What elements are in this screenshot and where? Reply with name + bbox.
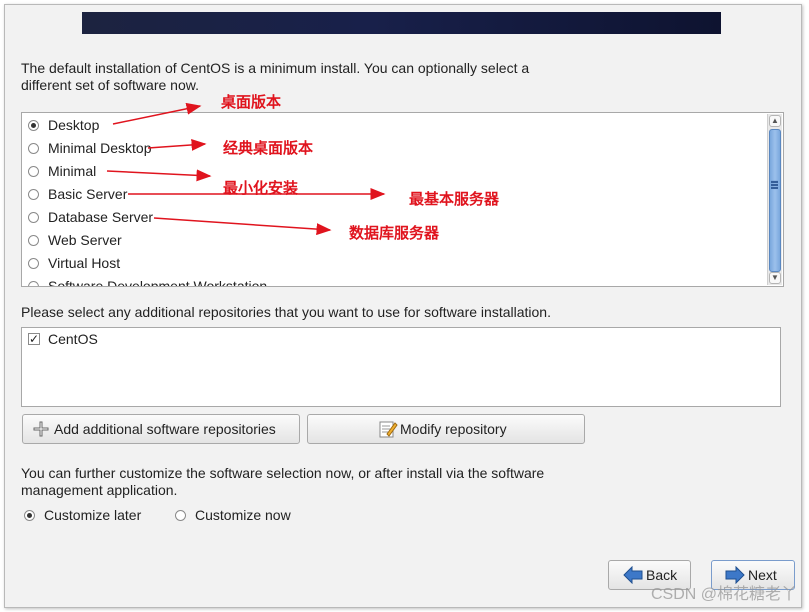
option-label: Minimal Desktop	[48, 140, 152, 156]
annotation-minimal: 最小化安装	[223, 179, 299, 197]
modify-repository-button[interactable]: Modify repository	[307, 414, 585, 444]
annotation-minimal-desktop: 经典桌面版本	[223, 139, 314, 157]
option-label: Software Development Workstation	[48, 278, 268, 287]
radio-button[interactable]	[28, 142, 39, 154]
customize-text-line1: You can further customize the software s…	[21, 465, 545, 481]
scroll-grip-icon: ▬ ▬ ▬	[771, 178, 778, 191]
vertical-scrollbar[interactable]: ▲ ▬ ▬ ▬ ▼	[767, 114, 782, 285]
radio-selected[interactable]	[24, 509, 35, 521]
back-arrow-icon	[623, 565, 643, 585]
repo-centos[interactable]: ✓ CentOS	[28, 329, 98, 349]
checkbox-checked[interactable]: ✓	[28, 333, 40, 345]
header-banner	[82, 12, 721, 34]
option-label: Basic Server	[48, 186, 128, 202]
software-set-list[interactable]: Desktop Minimal Desktop Minimal Basic Se…	[21, 112, 784, 287]
customize-later-option[interactable]: Customize later	[24, 505, 141, 525]
intro-text-line1: The default installation of CentOS is a …	[21, 60, 530, 76]
radio-button[interactable]	[28, 280, 39, 286]
annotation-database-server: 数据库服务器	[349, 224, 440, 242]
customize-text-line2: management application.	[21, 482, 178, 498]
add-repositories-button[interactable]: Add additional software repositories	[22, 414, 300, 444]
option-database-server[interactable]: Database Server	[28, 207, 153, 227]
modify-repository-label: Modify repository	[400, 421, 507, 437]
radio-button[interactable]	[28, 257, 39, 269]
edit-document-icon	[378, 419, 398, 439]
repo-label: CentOS	[48, 331, 98, 347]
option-virtual-host[interactable]: Virtual Host	[28, 253, 120, 273]
option-web-server[interactable]: Web Server	[28, 230, 122, 250]
scroll-thumb[interactable]	[769, 129, 781, 272]
radio-selected[interactable]	[28, 119, 39, 131]
plus-icon	[33, 421, 49, 437]
csdn-watermark: CSDN @棉花糖老丫	[650, 586, 797, 603]
option-label: Database Server	[48, 209, 154, 225]
radio-button[interactable]	[28, 211, 39, 223]
option-minimal[interactable]: Minimal	[28, 161, 96, 181]
annotation-basic-server: 最基本服务器	[409, 190, 500, 208]
option-label: Web Server	[48, 232, 122, 248]
repos-label: Please select any additional repositorie…	[21, 304, 551, 320]
customize-text: You can further customize the software s…	[21, 465, 544, 499]
option-desktop[interactable]: Desktop	[28, 115, 99, 135]
radio-button[interactable]	[175, 509, 186, 521]
scroll-down-arrow-icon[interactable]: ▼	[769, 272, 781, 284]
radio-button[interactable]	[28, 188, 39, 200]
customize-now-option[interactable]: Customize now	[175, 505, 291, 525]
option-minimal-desktop[interactable]: Minimal Desktop	[28, 138, 151, 158]
option-software-development-workstation[interactable]: Software Development Workstation	[28, 276, 268, 287]
scroll-up-arrow-icon[interactable]: ▲	[769, 115, 781, 127]
option-basic-server[interactable]: Basic Server	[28, 184, 127, 204]
radio-button[interactable]	[28, 165, 39, 177]
option-label: Desktop	[48, 117, 100, 133]
repository-list[interactable]: ✓ CentOS	[21, 327, 781, 407]
option-label: Customize later	[44, 507, 142, 523]
option-label: Minimal	[48, 163, 97, 179]
radio-button[interactable]	[28, 234, 39, 246]
option-label: Virtual Host	[48, 255, 121, 271]
add-repositories-label: Add additional software repositories	[54, 421, 276, 437]
intro-text: The default installation of CentOS is a …	[21, 60, 529, 94]
option-label: Customize now	[195, 507, 291, 523]
annotation-desktop: 桌面版本	[221, 93, 282, 111]
